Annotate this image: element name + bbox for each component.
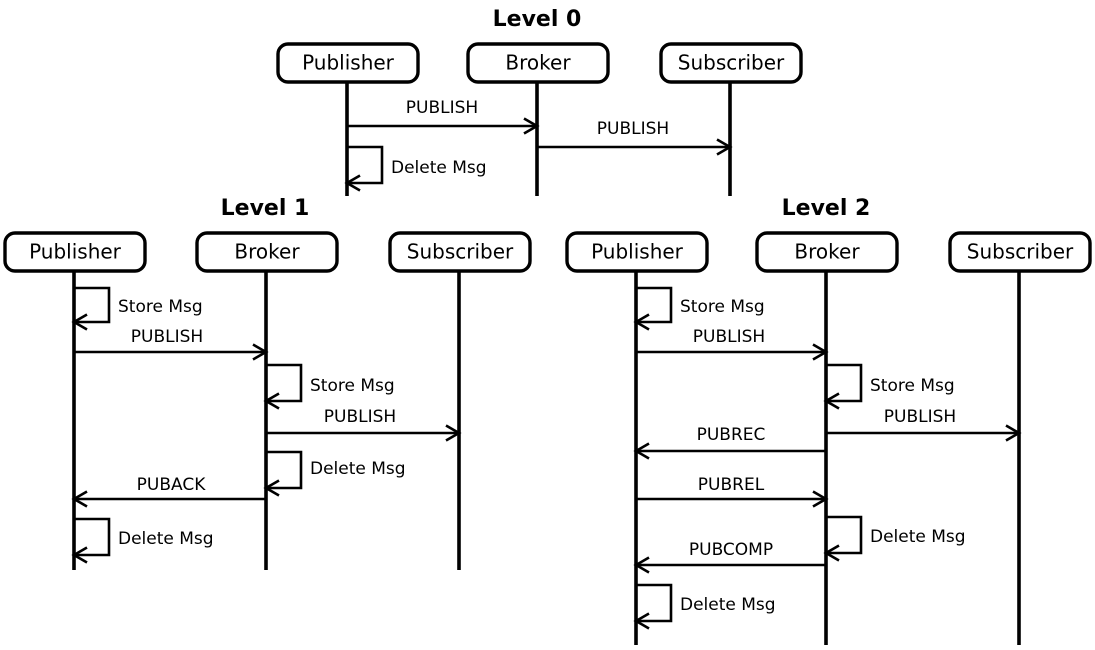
- self-message-loop: [347, 145, 384, 185]
- participant-label: Publisher: [29, 240, 122, 264]
- message-label: PUBLISH: [884, 407, 956, 427]
- participant-label: Subscriber: [967, 240, 1074, 264]
- participant-level1-subscriber[interactable]: Subscriber: [388, 231, 532, 273]
- participant-label: Publisher: [302, 51, 395, 75]
- message-label: Delete Msg: [870, 527, 966, 547]
- message-level0-1: PUBLISH: [537, 119, 733, 156]
- message-label: Delete Msg: [680, 595, 776, 615]
- message-label: PUBLISH: [693, 327, 765, 347]
- self-message-loop: [826, 515, 863, 555]
- panel-title-level2: Level 2: [782, 196, 871, 221]
- participant-level0-publisher[interactable]: Publisher: [276, 42, 420, 84]
- message-level0-0: PUBLISH: [347, 98, 540, 135]
- message-level2-7: PUBCOMP: [633, 540, 826, 574]
- message-label: PUBACK: [137, 475, 207, 495]
- panel-title-level1: Level 1: [221, 196, 310, 221]
- message-label: Delete Msg: [391, 158, 487, 178]
- participant-level2-publisher[interactable]: Publisher: [565, 231, 709, 273]
- message-label: PUBREL: [698, 475, 765, 495]
- message-level2-4: PUBREC: [633, 425, 826, 460]
- message-level1-0: Store Msg: [71, 286, 203, 331]
- self-message-loop: [74, 517, 111, 557]
- message-label: PUBCOMP: [689, 540, 773, 560]
- participant-level0-subscriber[interactable]: Subscriber: [659, 42, 803, 84]
- participant-label: Broker: [234, 240, 300, 264]
- message-level1-5: PUBACK: [71, 475, 266, 508]
- message-level2-2: Store Msg: [823, 363, 955, 410]
- message-level1-1: PUBLISH: [74, 327, 269, 361]
- self-message-loop: [266, 450, 303, 490]
- participant-label: Broker: [794, 240, 860, 264]
- participant-label: Subscriber: [407, 240, 514, 264]
- participant-label: Broker: [505, 51, 571, 75]
- participant-label: Publisher: [591, 240, 684, 264]
- participant-level2-broker[interactable]: Broker: [755, 231, 899, 273]
- message-label: Store Msg: [310, 376, 395, 396]
- message-level2-3: PUBLISH: [826, 407, 1022, 442]
- panel-level0: Level 0 Publisher Broker Subscriber PUBLISH P…: [276, 7, 803, 196]
- message-level2-0: Store Msg: [633, 286, 765, 331]
- mqtt-qos-sequence-diagram: Level 0 Publisher Broker Subscriber PUBLISH P…: [0, 0, 1095, 650]
- message-level1-6: Delete Msg: [71, 517, 214, 564]
- panel-level1: Level 1 Publisher Broker Subscriber Store Ms…: [3, 196, 532, 570]
- message-label: PUBLISH: [324, 407, 396, 427]
- message-level2-6: Delete Msg: [823, 515, 966, 562]
- message-label: PUBREC: [697, 425, 766, 445]
- self-message-loop: [826, 363, 863, 403]
- message-level1-2: Store Msg: [263, 363, 395, 410]
- participant-label: Subscriber: [678, 51, 785, 75]
- message-level0-2: Delete Msg: [344, 145, 487, 192]
- self-message-loop: [74, 286, 111, 324]
- panel-title-level0: Level 0: [493, 7, 582, 32]
- participant-level1-broker[interactable]: Broker: [195, 231, 339, 273]
- participant-level1-publisher[interactable]: Publisher: [3, 231, 147, 273]
- message-label: Store Msg: [118, 297, 203, 317]
- sequence-diagram-canvas: Level 0 Publisher Broker Subscriber PUBLISH P…: [3, 7, 1092, 645]
- message-label: Delete Msg: [310, 459, 406, 479]
- message-label: Store Msg: [680, 297, 765, 317]
- message-level1-4: Delete Msg: [263, 450, 406, 497]
- message-level2-1: PUBLISH: [636, 327, 829, 361]
- participant-level0-broker[interactable]: Broker: [466, 42, 610, 84]
- message-label: PUBLISH: [597, 119, 669, 139]
- self-message-loop: [636, 286, 673, 324]
- message-label: Delete Msg: [118, 529, 214, 549]
- message-label: Store Msg: [870, 376, 955, 396]
- message-level2-5: PUBREL: [636, 475, 829, 508]
- self-message-loop: [266, 363, 303, 403]
- self-message-loop: [636, 583, 673, 623]
- message-level1-3: PUBLISH: [266, 407, 462, 442]
- message-label: PUBLISH: [406, 98, 478, 118]
- message-level2-8: Delete Msg: [633, 583, 776, 630]
- message-label: PUBLISH: [131, 327, 203, 347]
- panel-level2: Level 2 Publisher Broker Subscriber Store Ms…: [565, 196, 1092, 645]
- participant-level2-subscriber[interactable]: Subscriber: [948, 231, 1092, 273]
